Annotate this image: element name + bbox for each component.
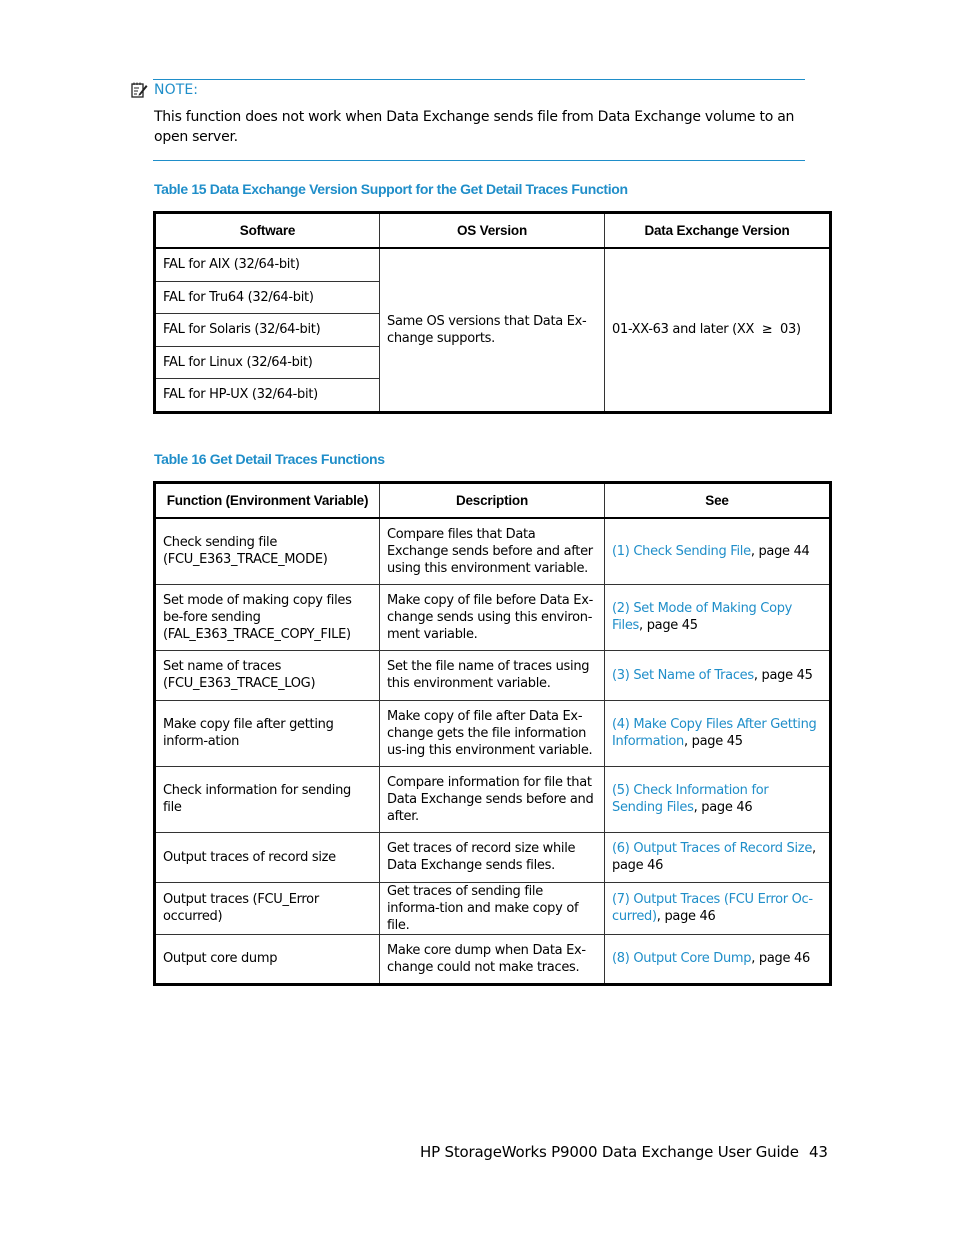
description-cell: Set the file name of traces using this e… (379, 649, 605, 701)
function-cell: Check information for sending file (154, 765, 380, 833)
see-cell: (7) Output Traces (FCU Error Oc-curred),… (604, 881, 831, 935)
note-text: This function does not work when Data Ex… (154, 109, 795, 145)
page-reference: , page 46 (693, 800, 753, 815)
dx-version-cell: 01-XX-63 and later (XX ≥ 03) (604, 247, 831, 413)
function-name: Check sending file (163, 535, 278, 551)
table-16-caption: Table 16 Get Detail Traces Functions (154, 451, 385, 467)
note-bottom-rule (153, 160, 805, 161)
note-label: NOTE: (154, 82, 199, 98)
footer-guide-title: HP StorageWorks P9000 Data Exchange User… (420, 1143, 799, 1161)
page-reference: , page 45 (683, 734, 743, 749)
software-cell: FAL for Solaris (32/64-bit) (154, 313, 380, 347)
description-cell: Make copy of file after Data Ex-change g… (379, 699, 605, 767)
function-cell: Set name of traces (FCU_E363_TRACE_LOG) (154, 649, 380, 701)
column-header-function: Function (Environment Variable) (154, 482, 380, 519)
description-cell: Get traces of sending file informa-tion … (379, 881, 605, 935)
function-name: Check information for sending file (163, 783, 351, 815)
see-cell: (6) Output Traces of Record Size, page 4… (604, 831, 831, 883)
environment-variable: (FCU_E363_TRACE_LOG) (163, 676, 316, 691)
see-cell: (5) Check Information for Sending Files,… (604, 765, 831, 833)
see-link[interactable]: (1) Check Sending File (612, 544, 751, 559)
see-link[interactable]: (8) Output Core Dump (612, 951, 752, 966)
description-cell: Compare information for file that Data E… (379, 765, 605, 833)
function-cell: Make copy file after getting inform-atio… (154, 699, 380, 767)
function-name: Set mode of making copy files be-fore se… (163, 592, 352, 625)
column-header-os-version: OS Version (379, 212, 605, 249)
function-name: Output traces of record size (163, 849, 336, 865)
page-reference: , page 45 (639, 618, 698, 633)
description-cell: Make core dump when Data Ex-change could… (379, 933, 605, 985)
see-link[interactable]: (3) Set Name of Traces (612, 668, 754, 683)
table-row: Output traces of record size Get traces o… (154, 831, 831, 883)
table-row: Check information for sending file Compar… (154, 765, 831, 833)
function-name: Output traces (FCU_Error occurred) (163, 892, 319, 924)
description-cell: Get traces of record size while Data Exc… (379, 831, 605, 883)
table-row: Make copy file after getting inform-atio… (154, 699, 831, 767)
function-cell: Check sending file (FCU_E363_TRACE_MODE) (154, 517, 380, 585)
table-row: Output traces (FCU_Error occurred) Get tr… (154, 881, 831, 935)
table-header-row: Function (Environment Variable) Descript… (154, 482, 831, 519)
software-cell: FAL for AIX (32/64-bit) (154, 247, 380, 282)
description-cell: Make copy of file before Data Ex-change … (379, 583, 605, 651)
table-header-row: Software OS Version Data Exchange Versio… (154, 212, 831, 249)
function-name: Make copy file after getting inform-atio… (163, 717, 334, 749)
function-cell: Set mode of making copy files be-fore se… (154, 583, 380, 651)
note-header: NOTE: (131, 82, 198, 98)
see-cell: (2) Set Mode of Making Copy Files, page … (604, 583, 831, 651)
page-reference: , page 44 (750, 543, 810, 559)
see-cell: (4) Make Copy Files After Getting Inform… (604, 699, 831, 767)
page-number: 43 (809, 1143, 828, 1161)
column-header-dx-version: Data Exchange Version (604, 212, 831, 249)
software-cell: FAL for Linux (32/64-bit) (154, 345, 380, 379)
note-pencil-icon (131, 82, 148, 98)
see-link[interactable]: (6) Output Traces of Record Size (612, 841, 812, 856)
table-15-caption: Table 15 Data Exchange Version Support f… (154, 181, 628, 197)
function-cell: Output traces of record size (154, 831, 380, 883)
table-row: Set mode of making copy files be-fore se… (154, 583, 831, 651)
see-cell: (8) Output Core Dump, page 46 (604, 933, 831, 985)
os-version-cell: Same OS versions that Data Ex-change sup… (379, 247, 605, 413)
see-cell: (1) Check Sending File, page 44 (604, 517, 831, 585)
column-header-software: Software (154, 212, 380, 249)
environment-variable: (FAL_E363_TRACE_COPY_FILE) (163, 626, 351, 642)
page-reference: , page 46 (751, 951, 810, 966)
table-15: Software OS Version Data Exchange Versio… (153, 211, 832, 414)
page-reference: , page 46 (656, 909, 716, 924)
function-name: Output core dump (163, 951, 278, 966)
column-header-description: Description (379, 482, 605, 519)
page-reference: , page 45 (753, 667, 813, 683)
function-cell: Output core dump (154, 933, 380, 985)
software-cell: FAL for HP-UX (32/64-bit) (154, 378, 380, 413)
page-footer: HP StorageWorks P9000 Data Exchange User… (420, 1143, 828, 1161)
table-row: Check sending file (FCU_E363_TRACE_MODE) C… (154, 517, 831, 585)
note-top-rule (153, 79, 805, 80)
function-name: Set name of traces (163, 659, 282, 674)
see-cell: (3) Set Name of Traces, page 45 (604, 649, 831, 701)
software-cell: FAL for Tru64 (32/64-bit) (154, 280, 380, 314)
function-cell: Output traces (FCU_Error occurred) (154, 881, 380, 935)
table-row: Output core dump Make core dump when Data… (154, 933, 831, 985)
table-row: FAL for AIX (32/64-bit) Same OS versions… (154, 247, 831, 413)
description-cell: Compare files that Data Exchange sends b… (379, 517, 605, 585)
table-row: Set name of traces (FCU_E363_TRACE_LOG) Se… (154, 649, 831, 701)
table-16: Function (Environment Variable) Descript… (153, 481, 832, 986)
column-header-see: See (604, 482, 831, 519)
environment-variable: (FCU_E363_TRACE_MODE) (163, 552, 328, 568)
